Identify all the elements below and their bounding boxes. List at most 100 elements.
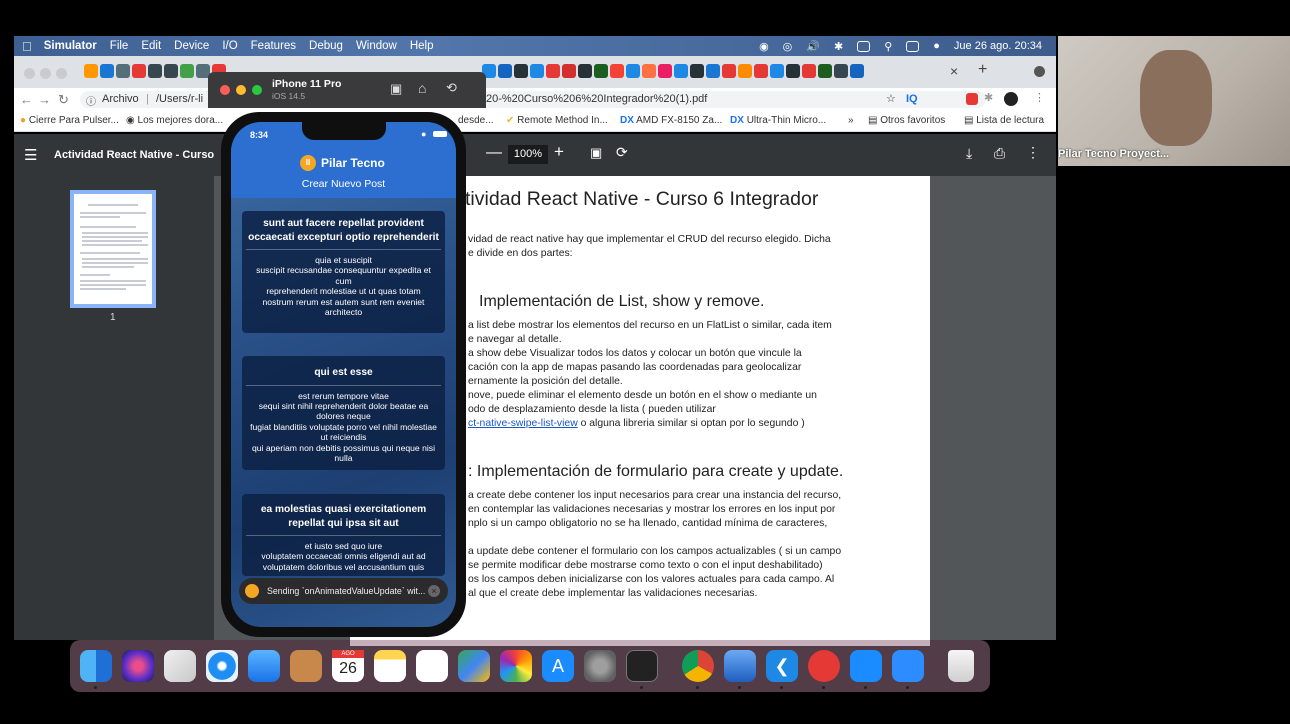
tab-favicon[interactable]: [132, 64, 146, 78]
menu-help[interactable]: Help: [410, 40, 434, 52]
menu-app-simulator[interactable]: Simulator: [44, 40, 97, 52]
screenshot-icon[interactable]: ▣: [390, 81, 402, 97]
tab-favicon[interactable]: [100, 64, 114, 78]
github-icon[interactable]: ◉: [759, 40, 769, 53]
warning-toast[interactable]: Sending `onAnimatedValueUpdate` wit... ×: [239, 578, 448, 604]
control-center-icon[interactable]: [906, 40, 920, 52]
bluetooth-icon[interactable]: ✱: [834, 40, 843, 53]
spotlight-search-icon[interactable]: ⚲: [884, 40, 892, 53]
menu-io[interactable]: I/O: [222, 40, 237, 52]
tab-favicon[interactable]: [116, 64, 130, 78]
tab-close-button[interactable]: ×: [950, 63, 958, 79]
simulator-close-button[interactable]: [220, 85, 230, 95]
tab-favicon[interactable]: [610, 64, 624, 78]
tab-favicon[interactable]: [706, 64, 720, 78]
post-card[interactable]: ea molestias quasi exercitationem repell…: [242, 494, 445, 576]
tab-favicon[interactable]: [148, 64, 162, 78]
bookmark-4[interactable]: ✔ Remote Method In...: [506, 115, 608, 126]
wifi-icon[interactable]: ◎: [783, 40, 793, 53]
bookmark-3[interactable]: desde...: [458, 115, 494, 126]
reload-icon[interactable]: ↻: [58, 92, 69, 108]
chrome-icon[interactable]: [682, 650, 714, 682]
tab-favicon[interactable]: [818, 64, 832, 78]
bookmarks-overflow[interactable]: »: [848, 115, 854, 126]
tab-search-icon[interactable]: [1034, 66, 1045, 77]
simulator-zoom-button[interactable]: [252, 85, 262, 95]
finder-icon[interactable]: [80, 650, 112, 682]
bookmark-2[interactable]: ◉ Los mejores dora...: [126, 115, 223, 126]
simulator-app-icon[interactable]: [850, 650, 882, 682]
window-zoom-button[interactable]: [56, 68, 67, 79]
zoom-icon[interactable]: [892, 650, 924, 682]
tab-favicon[interactable]: [546, 64, 560, 78]
extensions-puzzle-icon[interactable]: ✱: [984, 91, 993, 104]
tab-favicon[interactable]: [786, 64, 800, 78]
maps-icon[interactable]: [458, 650, 490, 682]
tab-favicon[interactable]: [770, 64, 784, 78]
menubar-clock[interactable]: Jue 26 ago. 20:34: [954, 40, 1042, 52]
tab-favicon[interactable]: [562, 64, 576, 78]
page-thumbnail[interactable]: [70, 190, 156, 308]
toast-dismiss-icon[interactable]: ×: [428, 585, 440, 597]
post-card[interactable]: sunt aut facere repellat provident occae…: [242, 211, 445, 333]
menu-device[interactable]: Device: [174, 40, 209, 52]
bookmark-star-icon[interactable]: ☆: [886, 92, 896, 105]
tab-favicon[interactable]: [834, 64, 848, 78]
tab-favicon[interactable]: [578, 64, 592, 78]
rotate-device-icon[interactable]: ⟲: [446, 80, 457, 96]
tab-favicon[interactable]: [722, 64, 736, 78]
menu-file[interactable]: File: [110, 40, 129, 52]
tab-favicon[interactable]: [498, 64, 512, 78]
trash-icon[interactable]: [948, 650, 974, 682]
safari-icon[interactable]: [206, 650, 238, 682]
extension-iq-icon[interactable]: IQ: [906, 93, 918, 105]
new-tab-button[interactable]: +: [978, 61, 987, 79]
zoom-in-button[interactable]: +: [554, 142, 564, 162]
tab-favicon[interactable]: [754, 64, 768, 78]
zoom-out-button[interactable]: —: [486, 144, 502, 162]
print-icon[interactable]: ⎙: [994, 145, 1005, 162]
reading-list[interactable]: ▤ Lista de lectura: [964, 115, 1044, 126]
info-icon[interactable]: ⓘ: [86, 93, 96, 108]
tab-favicon[interactable]: [180, 64, 194, 78]
contacts-icon[interactable]: [290, 650, 322, 682]
system-preferences-icon[interactable]: [584, 650, 616, 682]
home-icon[interactable]: ⌂: [418, 80, 426, 96]
bookmark-5[interactable]: DX AMD FX-8150 Za...: [620, 115, 722, 126]
menu-window[interactable]: Window: [356, 40, 397, 52]
menu-debug[interactable]: Debug: [309, 40, 343, 52]
menu-edit[interactable]: Edit: [141, 40, 161, 52]
vscode-icon[interactable]: ❮: [766, 650, 798, 682]
tab-favicon[interactable]: [530, 64, 544, 78]
other-bookmarks-folder[interactable]: ▤ Otros favoritos: [868, 115, 945, 126]
terminal-icon[interactable]: [626, 650, 658, 682]
chrome-menu-icon[interactable]: ⋮: [1034, 91, 1045, 104]
tab-favicon[interactable]: [514, 64, 528, 78]
tab-favicon[interactable]: [642, 64, 656, 78]
tab-favicon[interactable]: [850, 64, 864, 78]
notes-icon[interactable]: [374, 650, 406, 682]
app-store-icon[interactable]: A: [542, 650, 574, 682]
fit-page-icon[interactable]: ▣: [590, 145, 602, 161]
window-close-button[interactable]: [24, 68, 35, 79]
photos-icon[interactable]: [500, 650, 532, 682]
back-icon[interactable]: ←: [20, 92, 33, 107]
window-minimize-button[interactable]: [40, 68, 51, 79]
create-post-button[interactable]: Crear Nuevo Post: [231, 178, 456, 190]
more-options-icon[interactable]: ⋮: [1026, 144, 1040, 161]
menu-features[interactable]: Features: [251, 40, 296, 52]
volume-icon[interactable]: 🔊: [806, 40, 820, 53]
siri-icon[interactable]: ●: [933, 40, 940, 52]
calendar-icon[interactable]: AGO 26: [332, 650, 364, 682]
tab-favicon[interactable]: [626, 64, 640, 78]
post-card[interactable]: qui est esse est rerum tempore vitae sequ…: [242, 356, 445, 470]
swipe-list-view-link[interactable]: ct-native-swipe-list-view: [468, 418, 578, 429]
simulator-minimize-button[interactable]: [236, 85, 246, 95]
launchpad-icon[interactable]: [164, 650, 196, 682]
rotate-icon[interactable]: ⟳: [616, 144, 628, 161]
reactotron-icon[interactable]: [808, 650, 840, 682]
profile-avatar[interactable]: [1004, 92, 1018, 106]
bookmark-1[interactable]: ● Cierre Para Pulser...: [20, 115, 119, 126]
zoom-level[interactable]: 100%: [508, 145, 548, 164]
siri-dock-icon[interactable]: [122, 650, 154, 682]
